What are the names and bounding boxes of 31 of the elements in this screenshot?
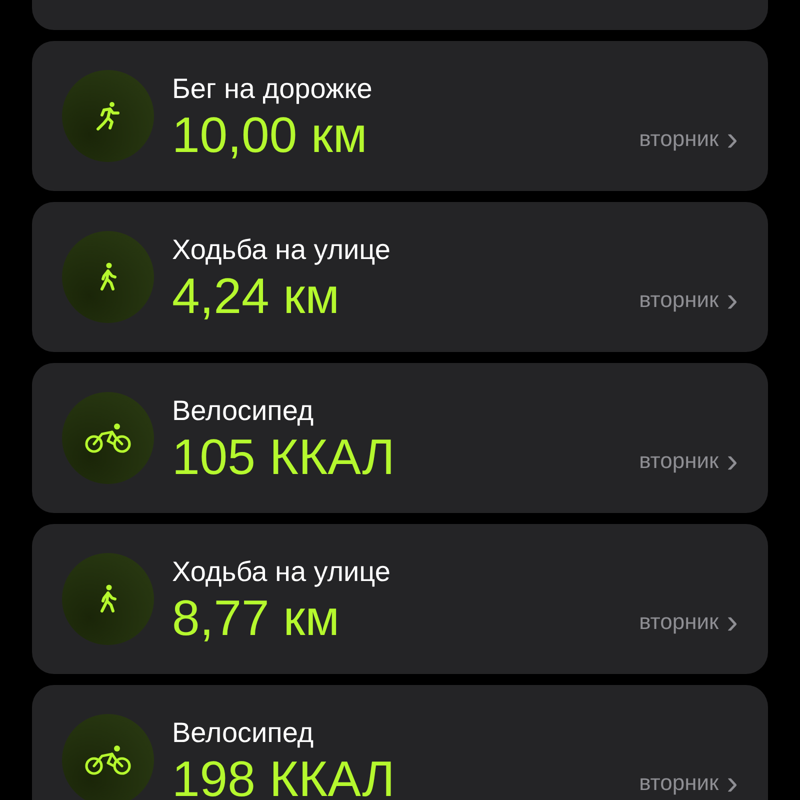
workout-card[interactable]: Велосипед 105 ККАЛ вторник ›	[32, 363, 768, 513]
chevron-icon: ›	[726, 127, 738, 151]
workout-day: вторник	[639, 771, 719, 795]
walker-icon	[98, 262, 118, 292]
workout-value: 8,77 км	[172, 589, 340, 647]
workout-card[interactable]	[32, 0, 768, 30]
workout-value: 198 ККАЛ	[172, 750, 396, 800]
cyclist-icon	[84, 745, 132, 775]
workout-day: вторник	[639, 610, 719, 634]
workout-card[interactable]: Велосипед 198 ККАЛ вторник ›	[32, 685, 768, 800]
workout-title: Ходьба на улице	[172, 233, 392, 267]
workout-day: вторник	[639, 288, 719, 312]
walker-icon	[98, 584, 118, 614]
workout-card[interactable]: Ходьба на улице 8,77 км вторник ›	[32, 524, 768, 674]
workout-value: 10,00 км	[172, 106, 368, 164]
workout-title: Ходьба на улице	[172, 555, 392, 589]
workout-day: вторник	[639, 449, 719, 473]
workout-title: Бег на дорожке	[172, 72, 374, 106]
cyclist-icon	[84, 423, 132, 453]
workout-title: Велосипед	[172, 716, 315, 750]
chevron-icon: ›	[726, 610, 738, 634]
workout-title: Велосипед	[172, 394, 315, 428]
chevron-icon: ›	[726, 449, 738, 473]
workout-card[interactable]: Ходьба на улице 4,24 км вторник ›	[32, 202, 768, 352]
chevron-icon: ›	[726, 771, 738, 795]
workout-day: вторник	[639, 127, 719, 151]
workout-card[interactable]: Бег на дорожке 10,00 км вторник ›	[32, 41, 768, 191]
chevron-icon: ›	[726, 288, 738, 312]
workout-value: 105 ККАЛ	[172, 428, 396, 486]
workout-value: 4,24 км	[172, 267, 340, 325]
runner-icon	[96, 101, 120, 131]
